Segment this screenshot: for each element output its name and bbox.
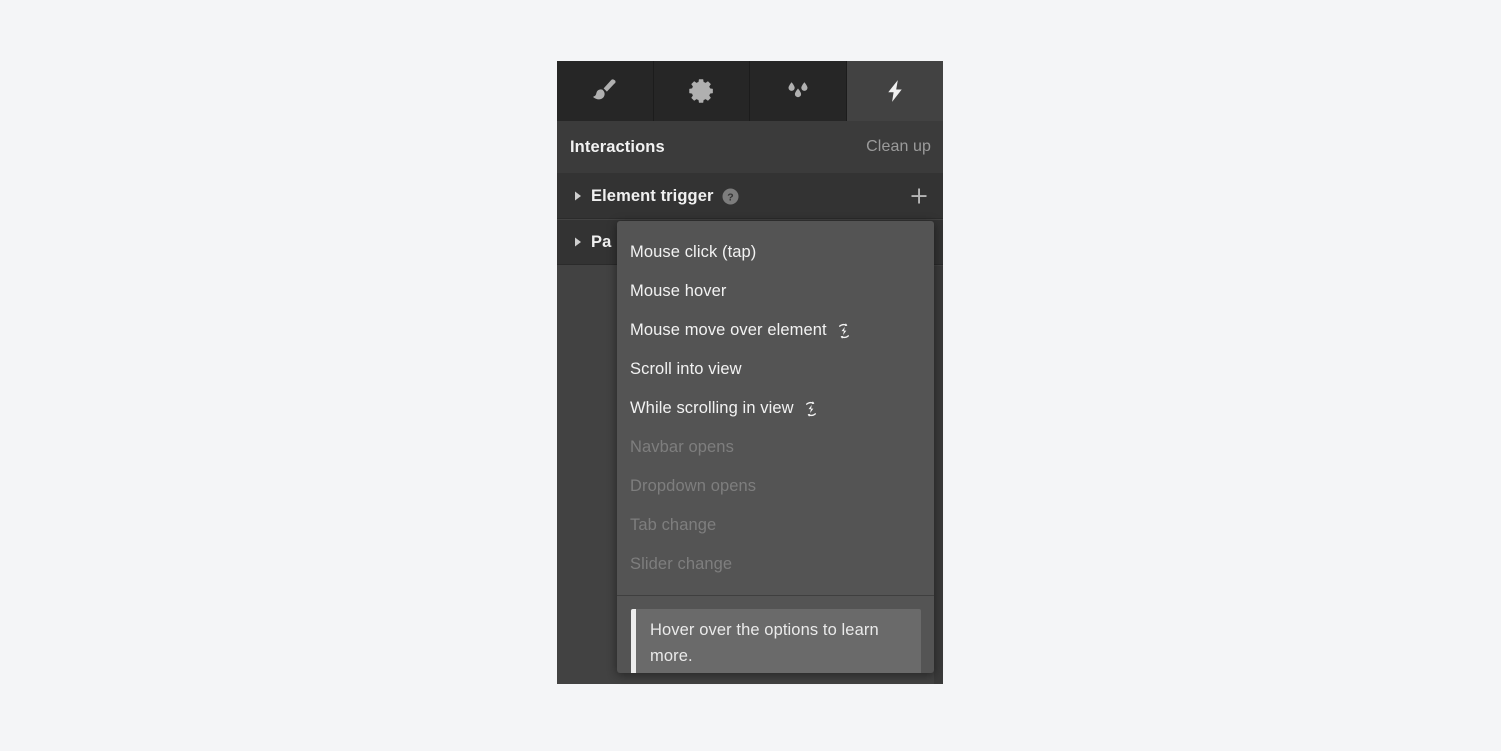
- dropdown-option-label: Mouse click (tap): [630, 243, 757, 261]
- dropdown-option: Dropdown opens: [617, 467, 934, 506]
- dropdown-option: Slider change: [617, 545, 934, 584]
- dropdown-tooltip-wrap: Hover over the options to learn more.: [617, 596, 934, 673]
- loop-lightning-icon: [802, 400, 820, 418]
- dropdown-option-label: Tab change: [630, 516, 717, 534]
- panel-scrollbar-track[interactable]: [934, 266, 943, 684]
- chevron-right-icon[interactable]: [570, 188, 586, 204]
- dropdown-option-label: Dropdown opens: [630, 477, 757, 495]
- dropdown-option-label: Navbar opens: [630, 438, 734, 456]
- section-label-page-trigger: Pa: [591, 232, 612, 251]
- dropdown-option[interactable]: Scroll into view: [617, 350, 934, 389]
- dropdown-option-list: Mouse click (tap) Mouse hover Mouse move o…: [617, 221, 934, 595]
- loop-lightning-icon: [835, 322, 853, 340]
- dropdown-option-label: While scrolling in view: [630, 399, 794, 417]
- dropdown-option[interactable]: Mouse hover: [617, 272, 934, 311]
- page-title: Interactions: [570, 137, 665, 156]
- dropdown-option-label: Scroll into view: [630, 360, 742, 378]
- tab-interactions[interactable]: [846, 61, 943, 121]
- dropdown-option[interactable]: Mouse move over element: [617, 311, 934, 350]
- dropdown-option[interactable]: Mouse click (tap): [617, 233, 934, 272]
- dropdown-option-label: Slider change: [630, 555, 733, 573]
- add-trigger-button[interactable]: [907, 184, 931, 208]
- dropdown-hint-tooltip: Hover over the options to learn more.: [631, 609, 921, 673]
- tab-style[interactable]: [557, 61, 654, 121]
- svg-text:?: ?: [727, 191, 733, 203]
- interactions-header: Interactions Clean up: [557, 121, 943, 174]
- section-element-trigger[interactable]: Element trigger ?: [557, 174, 943, 219]
- lightning-bolt-icon: [882, 77, 908, 105]
- trigger-type-dropdown: Mouse click (tap) Mouse hover Mouse move o…: [617, 221, 934, 673]
- tab-settings[interactable]: [653, 61, 750, 121]
- droplets-icon: [783, 78, 813, 104]
- dropdown-option[interactable]: While scrolling in view: [617, 389, 934, 428]
- tab-style-manager[interactable]: [750, 61, 847, 121]
- paintbrush-icon: [590, 76, 620, 106]
- gear-icon: [688, 77, 716, 105]
- dropdown-option: Navbar opens: [617, 428, 934, 467]
- section-label-element-trigger: Element trigger: [591, 186, 714, 205]
- dropdown-option: Tab change: [617, 506, 934, 545]
- chevron-right-icon[interactable]: [570, 234, 586, 250]
- dropdown-option-label: Mouse hover: [630, 282, 727, 300]
- dropdown-option-label: Mouse move over element: [630, 321, 827, 339]
- panel-tab-bar: [557, 61, 943, 121]
- question-mark-circle-icon[interactable]: ?: [722, 188, 739, 205]
- tooltip-text: Hover over the options to learn more.: [650, 621, 879, 665]
- cleanup-button[interactable]: Clean up: [866, 138, 931, 156]
